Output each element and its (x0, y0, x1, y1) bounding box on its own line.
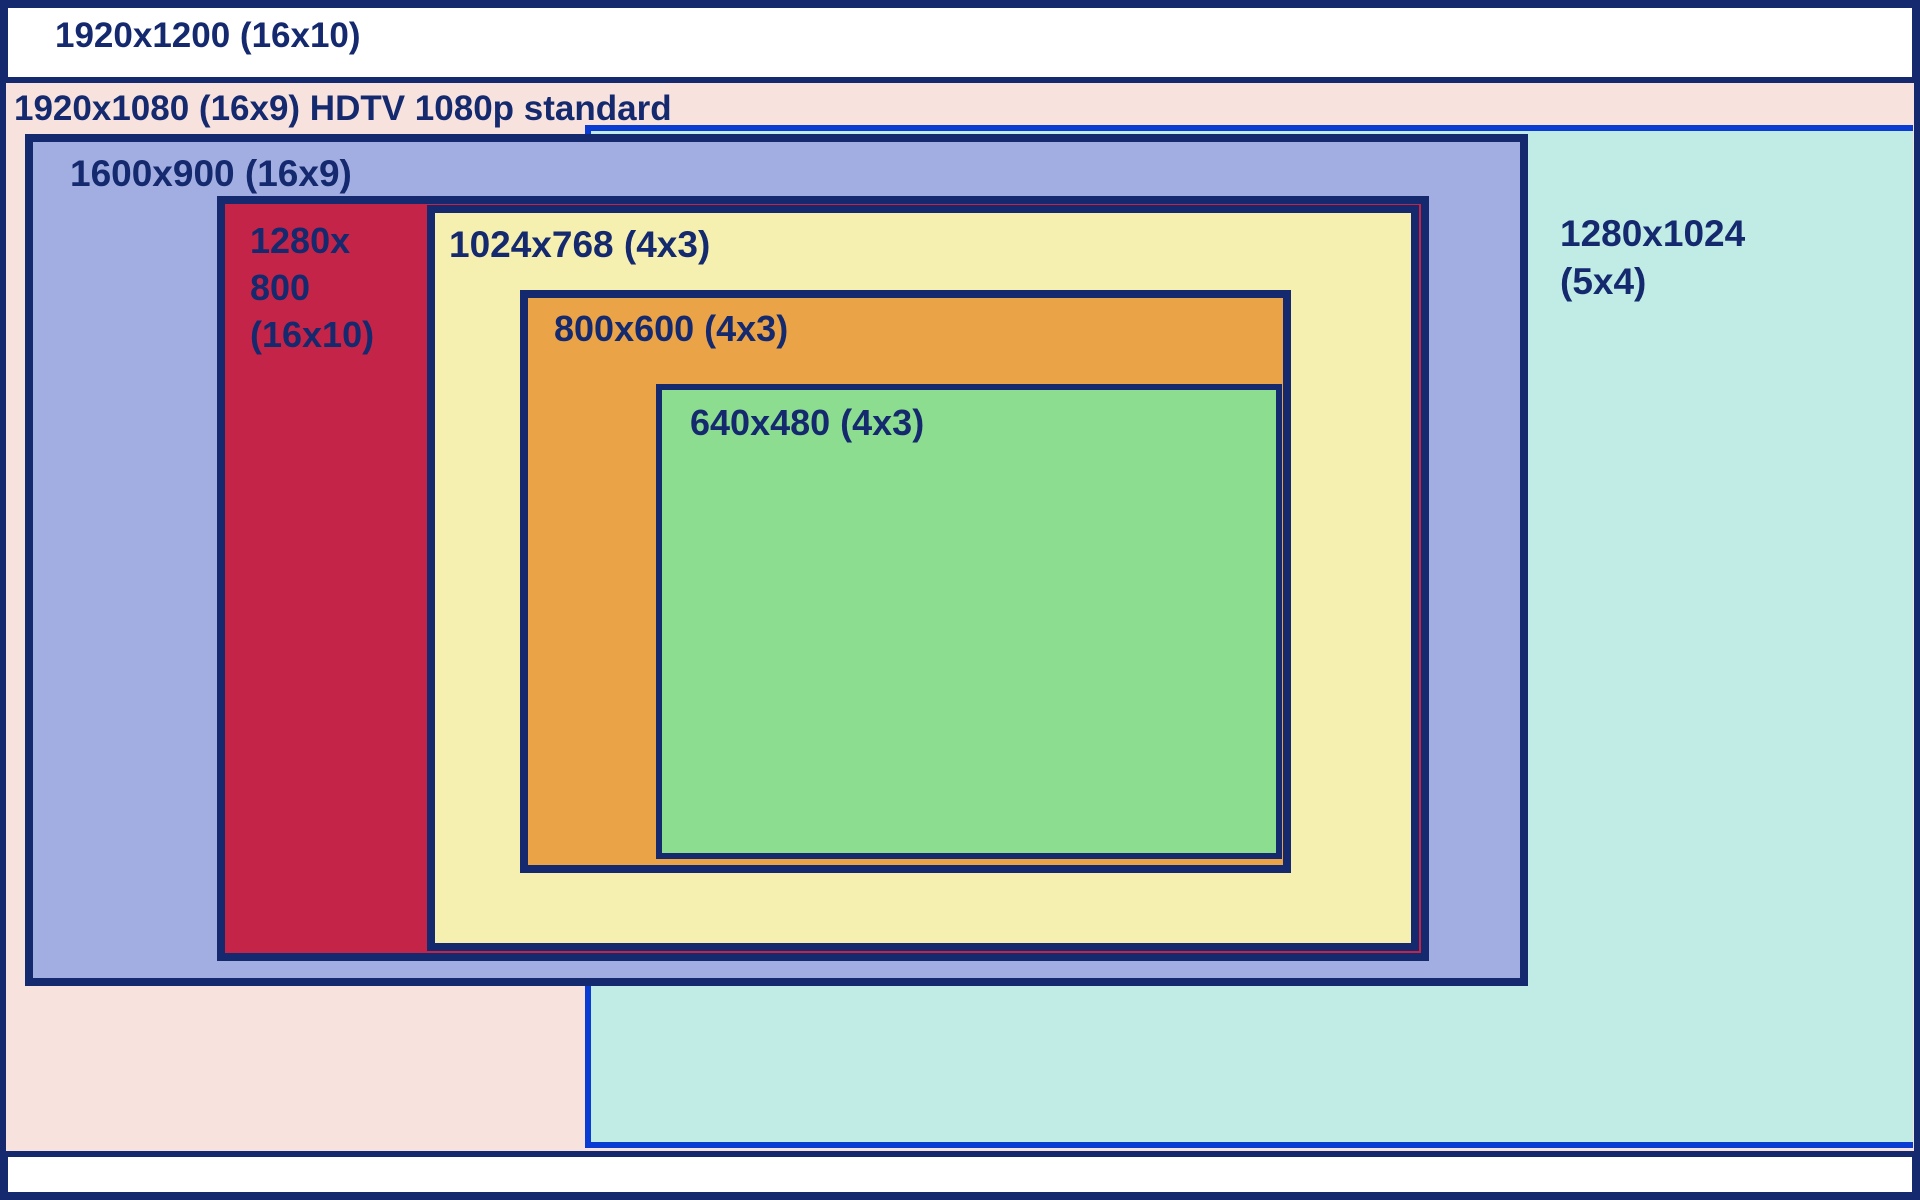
resolution-box-640x480 (656, 384, 1282, 859)
resolution-label-1024x768: 1024x768 (4x3) (449, 221, 710, 269)
resolution-label-1280x800: 1280x 800 (16x10) (250, 218, 374, 358)
resolution-label-640x480: 640x480 (4x3) (690, 400, 924, 447)
resolution-label-1920x1200: 1920x1200 (16x10) (55, 13, 361, 59)
resolution-label-800x600: 800x600 (4x3) (554, 306, 788, 353)
resolution-label-1600x900: 1600x900 (16x9) (70, 150, 352, 198)
resolution-label-1920x1080: 1920x1080 (16x9) HDTV 1080p standard (14, 86, 672, 132)
resolution-label-1280x1024: 1280x1024 (5x4) (1560, 210, 1745, 306)
